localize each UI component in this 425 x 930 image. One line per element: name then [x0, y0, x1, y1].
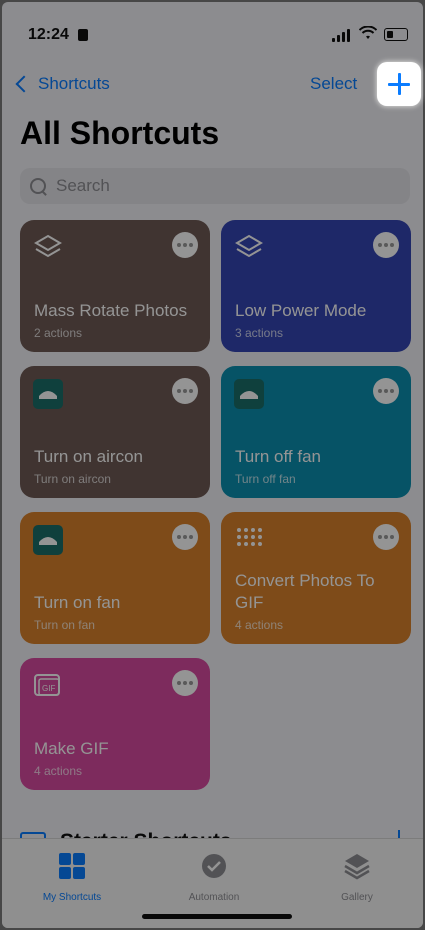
more-button[interactable]	[172, 524, 198, 550]
shortcut-title: Make GIF	[34, 739, 109, 758]
shortcut-subtitle: 2 actions	[34, 326, 83, 340]
signal-icon	[332, 28, 352, 42]
more-button[interactable]	[373, 378, 399, 404]
shortcut-subtitle: 4 actions	[235, 618, 284, 632]
search-icon	[30, 178, 46, 194]
more-button[interactable]	[172, 378, 198, 404]
sim-icon	[78, 29, 88, 41]
aircon-icon	[234, 379, 264, 409]
more-button[interactable]	[373, 524, 399, 550]
shortcut-card-convert-photos-to-gif[interactable]: Convert Photos To GIF 4 actions	[221, 512, 411, 644]
more-button[interactable]	[373, 232, 399, 258]
aircon-icon	[33, 525, 63, 555]
home-indicator[interactable]	[142, 914, 292, 919]
svg-text:GIF: GIF	[42, 684, 55, 693]
grid-dots-icon	[237, 528, 262, 546]
shortcut-title: Turn off fan	[235, 447, 321, 466]
shortcut-title: Low Power Mode	[235, 301, 367, 320]
tab-label: Automation	[188, 892, 240, 903]
shortcut-card-make-gif[interactable]: GIF Make GIF 4 actions	[20, 658, 210, 790]
shortcut-subtitle: Turn on fan	[34, 618, 95, 632]
shortcut-subtitle: Turn off fan	[235, 472, 296, 486]
search-placeholder: Search	[56, 176, 110, 195]
shortcut-card-turn-off-fan[interactable]: Turn off fan Turn off fan	[221, 366, 411, 498]
shortcut-card-mass-rotate-photos[interactable]: Mass Rotate Photos 2 actions	[20, 220, 210, 352]
shortcut-title: Convert Photos To GIF	[235, 571, 375, 612]
status-time: 12:24	[28, 26, 69, 43]
more-button[interactable]	[172, 670, 198, 696]
page-title: All Shortcuts	[20, 115, 220, 151]
tab-automation[interactable]: Automation	[154, 851, 274, 903]
back-label: Shortcuts	[38, 74, 110, 93]
clock-check-icon	[202, 854, 226, 878]
select-button[interactable]: Select	[310, 74, 357, 94]
tab-label: My Shortcuts	[42, 892, 102, 903]
tab-my-shortcuts[interactable]: My Shortcuts	[12, 851, 132, 903]
shortcut-title: Turn on fan	[34, 593, 121, 612]
phone-screen: 12:24 Shortcuts Select All Shortcuts Sea…	[2, 2, 423, 928]
layers-icon	[235, 234, 263, 258]
shortcut-card-turn-on-fan[interactable]: Turn on fan Turn on fan	[20, 512, 210, 644]
shortcut-card-low-power-mode[interactable]: Low Power Mode 3 actions	[221, 220, 411, 352]
aircon-icon	[33, 379, 63, 409]
add-shortcut-button-highlight[interactable]	[377, 62, 421, 106]
chevron-left-icon	[15, 75, 33, 93]
plus-icon	[388, 73, 410, 95]
layers-icon	[344, 854, 370, 880]
wifi-icon	[359, 26, 377, 39]
shortcut-title: Turn on aircon	[34, 447, 143, 466]
shortcut-title: Mass Rotate Photos	[34, 301, 188, 320]
shortcut-card-turn-on-aircon[interactable]: Turn on aircon Turn on aircon	[20, 366, 210, 498]
search-field[interactable]: Search	[20, 168, 410, 204]
shortcut-subtitle: 4 actions	[34, 764, 83, 778]
tab-label: Gallery	[341, 892, 373, 903]
shortcut-subtitle: Turn on aircon	[34, 472, 111, 486]
battery-icon	[384, 28, 408, 41]
status-bar: 12:24	[2, 2, 423, 62]
layers-icon	[34, 234, 62, 258]
shortcut-subtitle: 3 actions	[235, 326, 284, 340]
tab-gallery[interactable]: Gallery	[297, 851, 417, 903]
more-button[interactable]	[172, 232, 198, 258]
grid-icon	[59, 853, 85, 879]
gif-icon: GIF	[34, 674, 60, 696]
back-button[interactable]: Shortcuts	[14, 72, 110, 96]
